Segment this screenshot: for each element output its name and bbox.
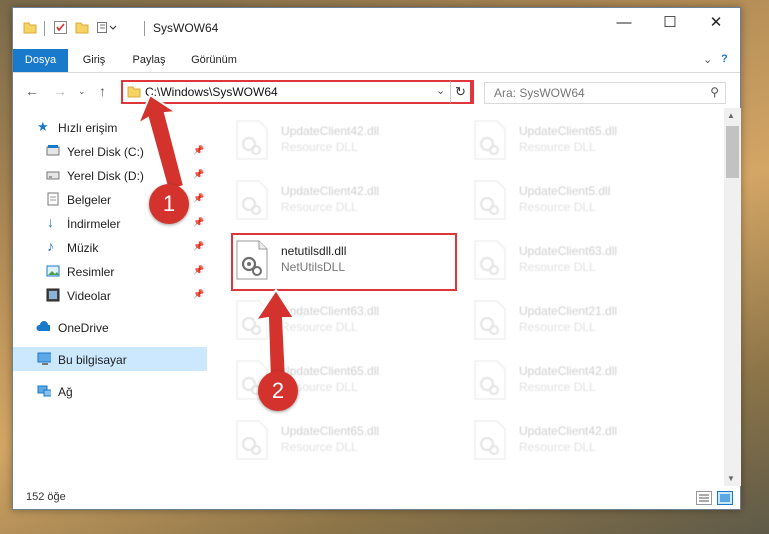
callout-arrows <box>135 93 296 381</box>
arrow-to-file <box>253 288 296 381</box>
callout-badge-1: 1 <box>149 184 189 224</box>
callout-badge-2: 2 <box>258 371 298 411</box>
arrow-to-address-bar <box>135 93 186 192</box>
